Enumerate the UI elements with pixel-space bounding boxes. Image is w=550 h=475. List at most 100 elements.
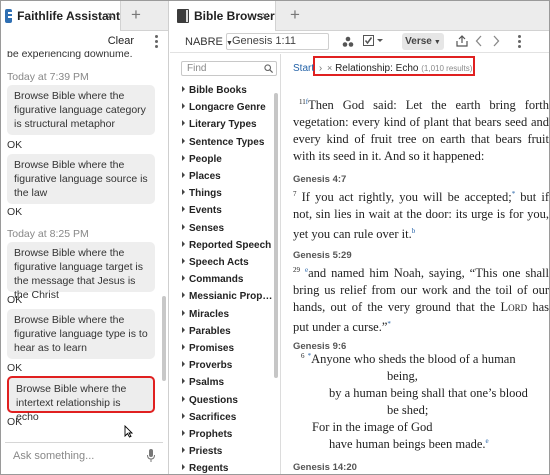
expand-triangle-icon: [182, 206, 185, 213]
chat-scrollbar[interactable]: [162, 296, 166, 381]
tab-bible-browser[interactable]: Bible Browser ×: [170, 1, 276, 31]
expand-triangle-icon: [182, 154, 185, 161]
more-options-icon[interactable]: [518, 35, 521, 48]
reference-input[interactable]: Genesis 1:11: [226, 33, 329, 50]
passage-reference[interactable]: Genesis 4:7: [293, 174, 346, 185]
result-count: (1,010 results): [421, 64, 473, 73]
assistant-toolbar: Clear: [1, 31, 168, 51]
back-arrow-icon[interactable]: [475, 35, 483, 47]
breadcrumb: Start › × Relationship: Echo (1,010 resu…: [293, 63, 472, 74]
facet-item[interactable]: Sacrifices: [182, 412, 236, 423]
results-pane: Start › × Relationship: Echo (1,010 resu…: [282, 54, 549, 474]
expand-triangle-icon: [182, 189, 185, 196]
expand-triangle-icon: [182, 172, 185, 178]
tab-faithlife-assistant[interactable]: Faithlife Assistant ×: [1, 1, 121, 31]
facet-item[interactable]: Sentence Types: [182, 137, 264, 148]
clear-button[interactable]: Clear: [108, 35, 134, 47]
expand-triangle-icon: [182, 464, 185, 471]
visual-filter-icon[interactable]: [342, 36, 354, 48]
facet-item[interactable]: Proverbs: [182, 360, 232, 371]
facet-item-label: Reported Speech: [189, 239, 272, 251]
facet-item-label: Proverbs: [189, 360, 233, 372]
facet-item[interactable]: Miracles: [182, 309, 229, 320]
poetry-text: have human beings been made.: [329, 437, 486, 451]
more-options-icon[interactable]: [155, 35, 158, 48]
add-tab-button[interactable]: +: [290, 6, 300, 24]
divine-name: Lord: [500, 300, 528, 314]
facet-sidebar: Find Bible Books Longacre Genre Literary T…: [170, 54, 281, 474]
chat-timestamp: Today at 7:39 PM: [7, 71, 89, 83]
facet-item[interactable]: Places: [182, 171, 221, 182]
facet-item[interactable]: Priests: [182, 446, 222, 457]
assistant-panel: Faithlife Assistant × + Clear be experie…: [1, 1, 169, 474]
facet-item[interactable]: Commands: [182, 274, 243, 285]
facet-item[interactable]: Senses: [182, 223, 224, 234]
remove-filter-icon[interactable]: ×: [327, 63, 332, 73]
verse-number: 6: [301, 352, 305, 360]
facet-item[interactable]: Messianic Prop…: [182, 291, 272, 302]
assistant-reply: OK: [7, 206, 23, 218]
user-message-bubble: Browse Bible where the figurative langua…: [7, 154, 155, 204]
microphone-icon[interactable]: [147, 449, 155, 463]
passage-reference[interactable]: Genesis 5:29: [293, 250, 352, 261]
forward-arrow-icon[interactable]: [492, 35, 500, 47]
view-mode-button[interactable]: Verse ▼: [402, 33, 444, 50]
expand-triangle-icon: [182, 292, 185, 299]
footnote-marker[interactable]: b: [412, 227, 416, 235]
verse-text: 29 eand named him Noah, saying, “This on…: [293, 262, 549, 336]
facet-item[interactable]: Reported Speech: [182, 240, 271, 251]
app-window: Faithlife Assistant × + Clear be experie…: [0, 0, 550, 475]
verse-text: 7 If you act rightly, you will be accept…: [293, 186, 549, 243]
passage-reference[interactable]: Genesis 14:20: [293, 462, 357, 473]
facet-item[interactable]: Parables: [182, 326, 231, 337]
add-tab-button[interactable]: +: [131, 6, 141, 24]
facet-item[interactable]: Speech Acts: [182, 257, 249, 268]
sidebar-scrollbar[interactable]: [274, 93, 278, 378]
verse-body: If you act rightly, you will be accepted…: [301, 190, 512, 204]
facet-item-label: Places: [189, 171, 221, 182]
passage-reference[interactable]: Genesis 9:6: [293, 341, 346, 352]
expand-triangle-icon: [182, 258, 185, 264]
find-input[interactable]: Find: [181, 61, 277, 76]
facet-item-label: Things: [189, 188, 222, 200]
facet-item-label: Priests: [189, 446, 223, 458]
poetry-line: by a human being shall that one’s blood: [329, 386, 528, 400]
bible-browser-tabbar: Bible Browser × +: [170, 1, 549, 31]
footnote-marker[interactable]: e: [486, 437, 489, 445]
checkbox-filter-button[interactable]: [363, 35, 383, 50]
breadcrumb-start-link[interactable]: Start: [293, 63, 314, 74]
expand-triangle-icon: [182, 275, 185, 282]
assistant-tabbar: Faithlife Assistant × +: [1, 1, 168, 31]
facet-item[interactable]: Longacre Genre: [182, 102, 266, 113]
bible-icon: [177, 9, 189, 23]
facet-item[interactable]: Regents: [182, 463, 228, 474]
facet-item[interactable]: People: [182, 154, 222, 165]
facet-item[interactable]: Promises: [182, 343, 234, 354]
facet-item[interactable]: Questions: [182, 395, 238, 406]
facet-item-label: Miracles: [189, 308, 230, 320]
breadcrumb-filter[interactable]: Relationship: Echo: [335, 63, 418, 74]
facet-item[interactable]: Events: [182, 205, 222, 216]
ask-placeholder: Ask something...: [13, 450, 95, 462]
facet-item[interactable]: Psalms: [182, 377, 224, 388]
facet-item[interactable]: Prophets: [182, 429, 232, 440]
close-tab-icon[interactable]: ×: [106, 9, 114, 22]
ask-input[interactable]: Ask something...: [5, 442, 163, 468]
footnote-marker[interactable]: *: [387, 320, 391, 328]
facet-item-label: Literary Types: [189, 119, 257, 131]
close-tab-icon[interactable]: ×: [261, 9, 269, 22]
expand-triangle-icon: [182, 395, 185, 402]
poetry-line: being,: [387, 369, 418, 383]
share-icon[interactable]: [456, 35, 468, 47]
poetry-line: For in the image of God: [312, 420, 433, 434]
assistant-reply: OK: [7, 362, 23, 374]
expand-triangle-icon: [182, 120, 185, 127]
facet-item-label: Prophets: [189, 429, 233, 440]
facet-item[interactable]: Literary Types: [182, 119, 257, 130]
facet-item[interactable]: Things: [182, 188, 222, 199]
user-message-bubble: Browse Bible where the figurative langua…: [7, 85, 155, 135]
verse-text: 11fThen God said: Let the earth bring fo…: [293, 94, 549, 165]
facet-item[interactable]: Bible Books: [182, 85, 247, 96]
version-label: NABRE: [185, 36, 223, 48]
chat-timestamp: Today at 8:25 PM: [7, 228, 89, 240]
